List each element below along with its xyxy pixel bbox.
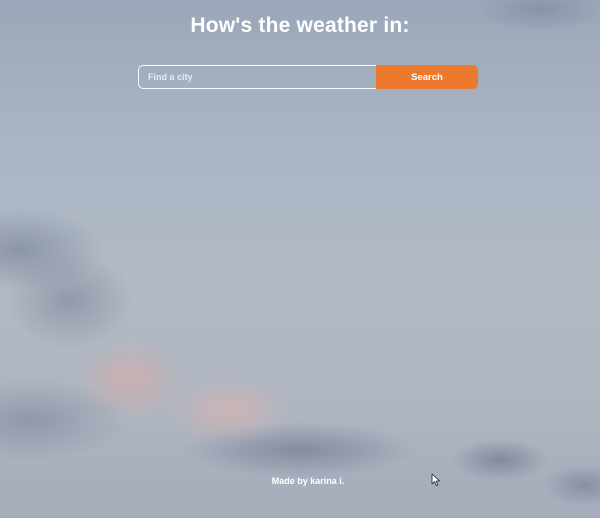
search-bar: Search <box>138 65 478 89</box>
footer-credit: Made by karina i. <box>271 476 345 486</box>
header: How's the weather in: <box>0 14 600 38</box>
city-search-input[interactable] <box>138 65 376 89</box>
page-title: How's the weather in: <box>190 14 410 37</box>
search-button[interactable]: Search <box>376 65 478 89</box>
mouse-pointer-icon <box>431 473 440 486</box>
